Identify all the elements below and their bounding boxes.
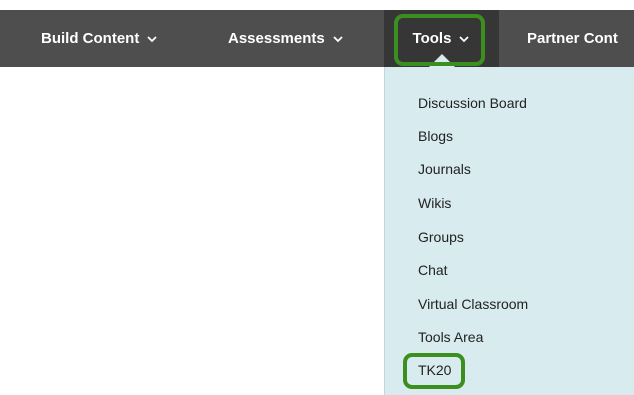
tools-item-tk20[interactable]: TK20 (418, 362, 451, 378)
chevron-down-icon (146, 33, 158, 45)
chevron-down-icon (332, 33, 344, 45)
menu-assessments-label: Assessments (228, 30, 325, 47)
tools-item-journals[interactable]: Journals (418, 161, 471, 177)
tools-item-virtual-classroom[interactable]: Virtual Classroom (418, 296, 528, 312)
tools-item-groups[interactable]: Groups (418, 229, 464, 245)
top-strip (0, 0, 634, 10)
page: Build Content Assessments Tools Partner … (0, 0, 634, 395)
menu-partner-content-label: Partner Cont (527, 30, 618, 47)
tools-item-blogs[interactable]: Blogs (418, 128, 453, 144)
menu-build-content-label: Build Content (41, 30, 140, 47)
menu-partner-content[interactable]: Partner Cont (527, 10, 618, 67)
tools-item-tools-area[interactable]: Tools Area (418, 329, 483, 345)
tools-item-wikis[interactable]: Wikis (418, 195, 451, 211)
dropdown-caret (428, 54, 456, 68)
course-menubar: Build Content Assessments Tools Partner … (0, 10, 634, 67)
menu-assessments[interactable]: Assessments (228, 10, 344, 67)
menu-tools-label: Tools (412, 30, 452, 47)
tools-item-discussion-board[interactable]: Discussion Board (418, 95, 527, 111)
tools-item-chat[interactable]: Chat (418, 262, 448, 278)
chevron-down-icon (458, 33, 470, 45)
menu-build-content[interactable]: Build Content (41, 10, 158, 67)
